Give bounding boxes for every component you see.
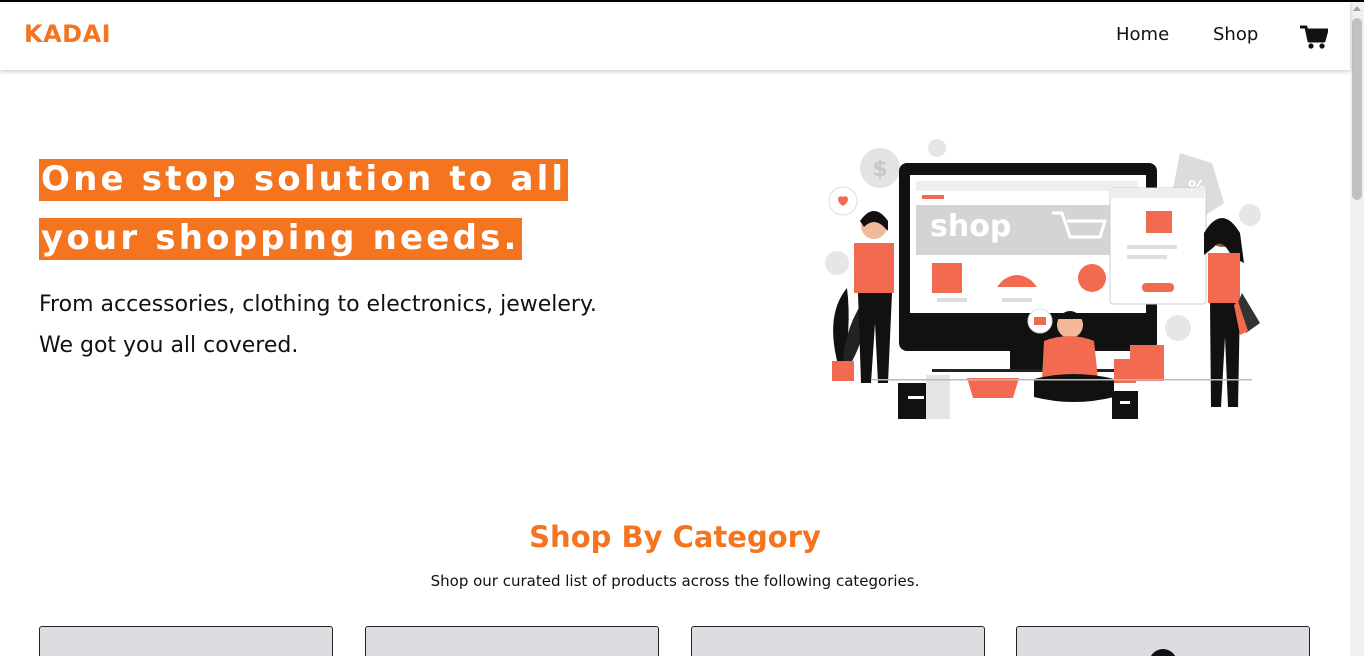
nav-home-link[interactable]: Home	[1116, 24, 1169, 45]
nav-shop-link[interactable]: Shop	[1213, 24, 1258, 45]
navbar: KADAI Home Shop	[0, 2, 1350, 70]
brand-logo[interactable]: KADAI	[24, 20, 111, 48]
category-card[interactable]	[365, 626, 659, 656]
shopping-cart-icon[interactable]	[1300, 24, 1328, 50]
hero-subtitle-line-1: From accessories, clothing to electronic…	[39, 292, 597, 317]
hero-title: One stop solution to all your shopping n…	[39, 159, 569, 260]
category-section-title: Shop By Category	[529, 520, 821, 554]
illustration-shop-text: shop	[930, 209, 1011, 244]
scrollbar-thumb[interactable]	[1352, 18, 1362, 200]
category-section-subtitle: Shop our curated list of products across…	[430, 572, 920, 590]
hero-subtitle-line-2: We got you all covered.	[39, 333, 299, 358]
svg-text:$: $	[872, 157, 887, 182]
hero-shopping-illustration: $ % shop	[825, 139, 1261, 419]
hero-subtitle: From accessories, clothing to electronic…	[39, 284, 679, 366]
category-image	[1149, 649, 1177, 656]
category-card[interactable]	[1016, 626, 1310, 656]
vertical-scrollbar[interactable]	[1350, 2, 1364, 656]
category-card[interactable]	[691, 626, 985, 656]
scroll-up-arrow-icon[interactable]	[1353, 6, 1361, 11]
category-card[interactable]	[39, 626, 333, 656]
